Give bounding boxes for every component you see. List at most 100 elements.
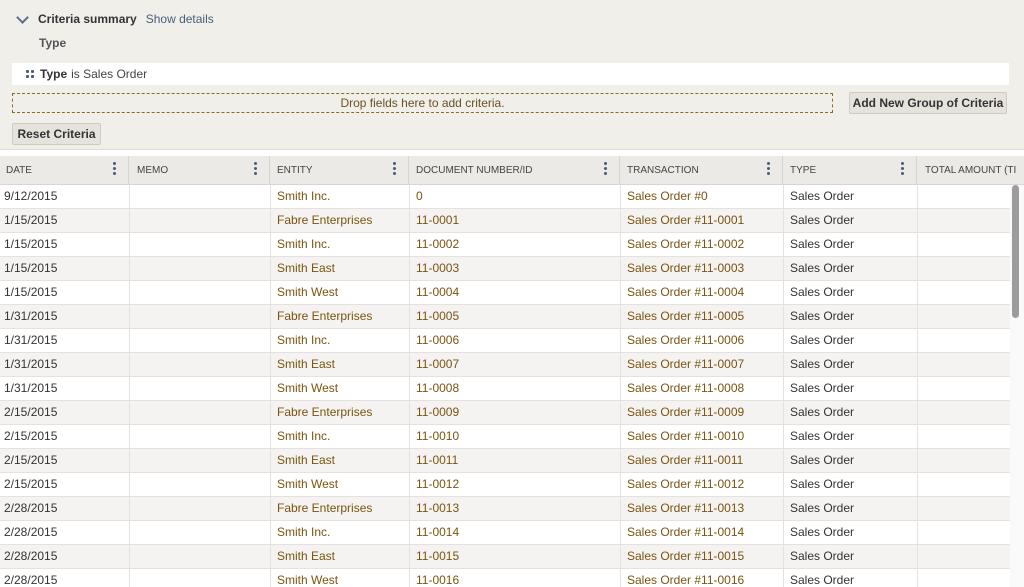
criteria-summary-header[interactable]: Criteria summary Show details	[16, 10, 214, 27]
table-row[interactable]: 1/15/2015 Fabre Enterprises 11-0001 Sales O…	[0, 209, 1010, 233]
column-header-entity[interactable]: ENTITY	[270, 156, 409, 184]
column-divider	[409, 545, 410, 569]
cell-transaction-link[interactable]: Sales Order #11-0009	[627, 401, 744, 425]
cell-date: 2/15/2015	[4, 453, 58, 467]
table-row[interactable]: 1/15/2015 Smith East 11-0003 Sales Order #1…	[0, 257, 1010, 281]
cell-transaction-link[interactable]: Sales Order #11-0005	[627, 305, 744, 329]
kebab-menu-icon[interactable]	[901, 162, 904, 175]
column-divider	[409, 521, 410, 545]
table-row[interactable]: 1/31/2015 Fabre Enterprises 11-0005 Sales O…	[0, 305, 1010, 329]
cell-document-number-link[interactable]: 0	[416, 185, 423, 209]
show-details-link[interactable]: Show details	[146, 12, 214, 26]
cell-entity-link[interactable]: Smith Inc.	[277, 185, 330, 209]
column-divider	[409, 305, 410, 329]
cell-entity-link[interactable]: Fabre Enterprises	[277, 209, 372, 233]
reset-criteria-button[interactable]: Reset Criteria	[12, 123, 101, 145]
cell-document-number-link[interactable]: 11-0013	[416, 497, 459, 521]
table-row[interactable]: 2/15/2015 Smith East 11-0011 Sales Order #1…	[0, 449, 1010, 473]
cell-transaction-link[interactable]: Sales Order #11-0016	[627, 569, 744, 587]
table-row[interactable]: 2/28/2015 Smith Inc. 11-0014 Sales Order #1…	[0, 521, 1010, 545]
table-row[interactable]: 2/15/2015 Fabre Enterprises 11-0009 Sales O…	[0, 401, 1010, 425]
cell-entity-link[interactable]: Smith Inc.	[277, 521, 330, 545]
cell-document-number-link[interactable]: 11-0009	[416, 401, 459, 425]
table-row[interactable]: 1/31/2015 Smith East 11-0007 Sales Order #1…	[0, 353, 1010, 377]
table-row[interactable]: 2/28/2015 Smith East 11-0015 Sales Order #1…	[0, 545, 1010, 569]
cell-date: 2/28/2015	[4, 573, 58, 587]
cell-entity-link[interactable]: Smith East	[277, 353, 335, 377]
cell-document-number-link[interactable]: 11-0003	[416, 257, 459, 281]
cell-transaction-link[interactable]: Sales Order #11-0002	[627, 233, 744, 257]
cell-transaction-link[interactable]: Sales Order #11-0007	[627, 353, 744, 377]
cell-transaction-link[interactable]: Sales Order #11-0015	[627, 545, 744, 569]
cell-document-number-link[interactable]: 11-0010	[416, 425, 459, 449]
cell-transaction-link[interactable]: Sales Order #0	[627, 185, 708, 209]
column-header-date[interactable]: DATE	[0, 156, 129, 184]
kebab-menu-icon[interactable]	[604, 162, 607, 175]
cell-transaction-link[interactable]: Sales Order #11-0006	[627, 329, 744, 353]
cell-transaction-link[interactable]: Sales Order #11-0001	[627, 209, 744, 233]
kebab-menu-icon[interactable]	[113, 162, 116, 175]
cell-entity-link[interactable]: Smith Inc.	[277, 425, 330, 449]
cell-entity-link[interactable]: Smith Inc.	[277, 233, 330, 257]
cell-entity-link[interactable]: Smith West	[277, 281, 338, 305]
cell-transaction-link[interactable]: Sales Order #11-0010	[627, 425, 744, 449]
cell-transaction-link[interactable]: Sales Order #11-0012	[627, 473, 744, 497]
cell-document-number-link[interactable]: 11-0016	[416, 569, 459, 587]
cell-entity-link[interactable]: Smith West	[277, 377, 338, 401]
table-row[interactable]: 2/15/2015 Smith Inc. 11-0010 Sales Order #1…	[0, 425, 1010, 449]
column-header-memo[interactable]: MEMO	[129, 156, 270, 184]
table-row[interactable]: 2/28/2015 Fabre Enterprises 11-0013 Sales O…	[0, 497, 1010, 521]
cell-document-number-link[interactable]: 11-0014	[416, 521, 459, 545]
cell-transaction-link[interactable]: Sales Order #11-0011	[627, 449, 743, 473]
table-row[interactable]: 2/28/2015 Smith West 11-0016 Sales Order #1…	[0, 569, 1010, 587]
table-row[interactable]: 9/12/2015 Smith Inc. 0 Sales Order #0 Sales …	[0, 185, 1010, 209]
table-row[interactable]: 1/31/2015 Smith Inc. 11-0006 Sales Order #1…	[0, 329, 1010, 353]
criteria-filter-row[interactable]: Type is Sales Order	[12, 63, 1009, 85]
table-row[interactable]: 1/15/2015 Smith West 11-0004 Sales Order #1…	[0, 281, 1010, 305]
kebab-menu-icon[interactable]	[767, 162, 770, 175]
scrollbar-thumb[interactable]	[1012, 185, 1019, 318]
column-header-document-number[interactable]: DOCUMENT NUMBER/ID	[409, 156, 620, 184]
cell-entity-link[interactable]: Smith East	[277, 257, 335, 281]
cell-document-number-link[interactable]: 11-0005	[416, 305, 459, 329]
cell-transaction-link[interactable]: Sales Order #11-0004	[627, 281, 744, 305]
column-divider	[783, 545, 784, 569]
cell-entity-link[interactable]: Smith West	[277, 569, 338, 587]
cell-transaction-link[interactable]: Sales Order #11-0003	[627, 257, 744, 281]
column-divider	[409, 497, 410, 521]
cell-entity-link[interactable]: Fabre Enterprises	[277, 401, 372, 425]
cell-document-number-link[interactable]: 11-0001	[416, 209, 459, 233]
drag-handle-icon[interactable]	[26, 70, 34, 78]
cell-entity-link[interactable]: Fabre Enterprises	[277, 497, 372, 521]
table-row[interactable]: 2/15/2015 Smith West 11-0012 Sales Order #1…	[0, 473, 1010, 497]
cell-document-number-link[interactable]: 11-0008	[416, 377, 459, 401]
kebab-menu-icon[interactable]	[393, 162, 396, 175]
cell-document-number-link[interactable]: 11-0002	[416, 233, 459, 257]
cell-document-number-link[interactable]: 11-0015	[416, 545, 459, 569]
cell-entity-link[interactable]: Fabre Enterprises	[277, 305, 372, 329]
column-header-transaction[interactable]: TRANSACTION	[620, 156, 783, 184]
cell-entity-link[interactable]: Smith East	[277, 545, 335, 569]
kebab-menu-icon[interactable]	[254, 162, 257, 175]
cell-entity-link[interactable]: Smith Inc.	[277, 329, 330, 353]
cell-document-number-link[interactable]: 11-0011	[416, 449, 458, 473]
cell-transaction-link[interactable]: Sales Order #11-0013	[627, 497, 744, 521]
chevron-down-icon[interactable]	[16, 10, 29, 24]
add-new-group-button[interactable]: Add New Group of Criteria	[849, 92, 1007, 114]
cell-entity-link[interactable]: Smith West	[277, 473, 338, 497]
cell-type: Sales Order	[790, 525, 855, 539]
column-header-type[interactable]: TYPE	[783, 156, 917, 184]
cell-document-number-link[interactable]: 11-0007	[416, 353, 459, 377]
cell-transaction-link[interactable]: Sales Order #11-0008	[627, 377, 744, 401]
cell-entity-link[interactable]: Smith East	[277, 449, 335, 473]
table-row[interactable]: 1/31/2015 Smith West 11-0008 Sales Order #1…	[0, 377, 1010, 401]
table-row[interactable]: 1/15/2015 Smith Inc. 11-0002 Sales Order #1…	[0, 233, 1010, 257]
column-divider	[270, 281, 271, 305]
cell-document-number-link[interactable]: 11-0012	[416, 473, 459, 497]
cell-document-number-link[interactable]: 11-0006	[416, 329, 459, 353]
cell-transaction-link[interactable]: Sales Order #11-0014	[627, 521, 744, 545]
criteria-drop-zone[interactable]: Drop fields here to add criteria.	[12, 93, 833, 113]
cell-document-number-link[interactable]: 11-0004	[416, 281, 459, 305]
column-header-total-amount[interactable]: TOTAL AMOUNT (TI	[917, 156, 1024, 184]
cell-date: 1/31/2015	[4, 381, 58, 395]
